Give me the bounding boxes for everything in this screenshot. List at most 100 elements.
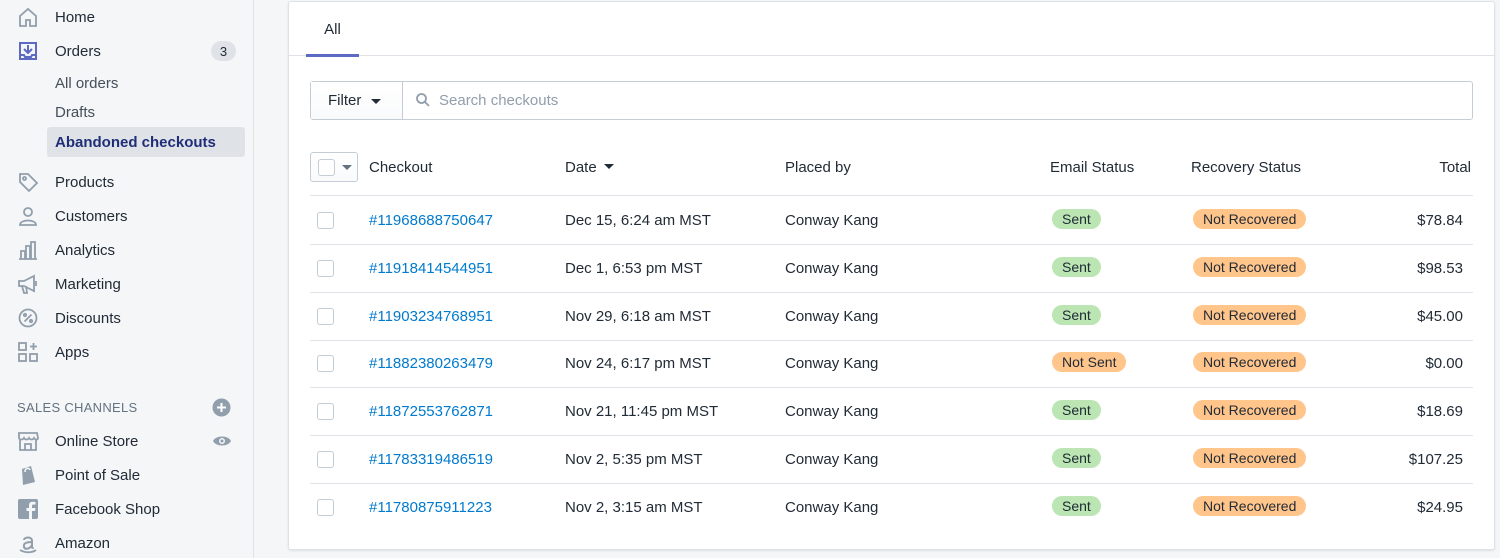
placed-by: Conway Kang — [785, 403, 879, 421]
checkout-total: $18.69 — [1417, 403, 1463, 421]
checkout-total: $24.95 — [1417, 498, 1463, 516]
sidebar-item-home[interactable]: Home — [0, 2, 254, 32]
email-status-badge: Sent — [1052, 304, 1101, 325]
sidebar-item-label: Products — [55, 173, 115, 191]
checkout-link[interactable]: #11882380263479 — [369, 355, 493, 372]
table-row[interactable]: #11882380263479 Nov 24, 6:17 pm MST Conway… — [310, 340, 1473, 389]
discount-icon — [16, 306, 40, 330]
sidebar-item-label: Marketing — [55, 275, 121, 293]
checkout-date: Dec 1, 6:53 pm MST — [565, 259, 703, 277]
checkout-link[interactable]: #11783319486519 — [369, 451, 493, 468]
sidebar-item-label: Point of Sale — [55, 466, 141, 484]
email-status-badge: Not Sent — [1052, 352, 1127, 373]
checkout-date: Nov 2, 5:35 pm MST — [565, 451, 703, 468]
sort-descending-icon — [603, 163, 614, 169]
sales-channels-heading: SALES CHANNELS — [17, 400, 138, 415]
sidebar-item-label: Home — [55, 8, 96, 26]
sidebar-item-facebook-shop[interactable]: Facebook Shop — [0, 494, 254, 524]
email-status-badge: Sent — [1052, 448, 1101, 468]
sidebar-item-analytics[interactable]: Analytics — [0, 235, 254, 265]
sidebar-item-label: Facebook Shop — [55, 500, 161, 518]
column-header-total[interactable]: Total — [1439, 159, 1471, 176]
checkout-date: Dec 15, 6:24 am MST — [565, 212, 711, 229]
column-header-recovery-status[interactable]: Recovery Status — [1191, 159, 1301, 176]
row-checkbox[interactable] — [317, 212, 334, 229]
store-icon — [16, 429, 40, 453]
recovery-status-badge: Not Recovered — [1193, 256, 1307, 277]
abandoned-checkouts-card: All Filter Checkout Date Placed by Email… — [288, 1, 1495, 550]
sidebar-item-customers[interactable]: Customers — [0, 201, 254, 231]
home-icon — [16, 5, 40, 29]
row-checkbox[interactable] — [317, 355, 334, 373]
sidebar-item-amazon[interactable]: Amazon — [0, 528, 254, 558]
sidebar-subitem-abandoned-checkouts[interactable]: Abandoned checkouts — [47, 127, 245, 157]
recovery-status-badge: Not Recovered — [1193, 448, 1307, 468]
column-header-placed-by[interactable]: Placed by — [785, 159, 851, 176]
email-status-badge: Sent — [1052, 400, 1101, 421]
sidebar-item-products[interactable]: Products — [0, 167, 254, 197]
recovery-status-badge: Not Recovered — [1193, 352, 1307, 373]
checkout-link[interactable]: #11780875911223 — [369, 499, 492, 516]
checkout-total: $98.53 — [1417, 259, 1463, 277]
facebook-icon — [16, 497, 40, 521]
row-checkbox[interactable] — [317, 259, 334, 277]
sidebar-item-label: Apps — [55, 343, 90, 361]
email-status-badge: Sent — [1052, 256, 1101, 277]
row-checkbox[interactable] — [317, 451, 334, 468]
sidebar-item-orders[interactable]: Orders 3 — [0, 36, 254, 66]
sidebar-item-marketing[interactable]: Marketing — [0, 269, 254, 299]
table-row[interactable]: #11918414544951 Dec 1, 6:53 pm MST Conway … — [310, 245, 1473, 293]
eye-icon[interactable] — [212, 431, 232, 451]
person-icon — [16, 204, 40, 228]
column-header-checkout[interactable]: Checkout — [369, 159, 432, 176]
filter-bar: Filter — [310, 81, 1473, 120]
amazon-icon — [16, 531, 40, 555]
checkout-date: Nov 2, 3:15 am MST — [565, 498, 703, 516]
sidebar-item-online-store[interactable]: Online Store — [0, 426, 254, 456]
column-header-date[interactable]: Date — [565, 159, 614, 176]
checkout-link[interactable]: #11968688750647 — [369, 212, 493, 229]
email-status-badge: Sent — [1052, 495, 1101, 516]
placed-by: Conway Kang — [785, 259, 879, 277]
table-row[interactable]: #11780875911223 Nov 2, 3:15 am MST Conway … — [310, 484, 1473, 532]
table-row[interactable]: #11872553762871 Nov 21, 11:45 pm MST Conwa… — [310, 388, 1473, 437]
column-header-email-status[interactable]: Email Status — [1050, 159, 1134, 176]
recovery-status-badge: Not Recovered — [1193, 304, 1307, 325]
filter-button[interactable]: Filter — [311, 82, 403, 119]
sidebar-subitem-all-orders[interactable]: All orders — [47, 68, 245, 98]
placed-by: Conway Kang — [785, 498, 879, 516]
search-input[interactable] — [439, 86, 1459, 115]
row-checkbox[interactable] — [317, 307, 334, 325]
sidebar-item-apps[interactable]: Apps — [0, 337, 254, 367]
table-row[interactable]: #11783319486519 Nov 2, 5:35 pm MST Conway … — [310, 436, 1473, 484]
checkout-date: Nov 21, 11:45 pm MST — [565, 403, 719, 421]
tab-all[interactable]: All — [306, 2, 359, 57]
row-checkbox[interactable] — [317, 403, 334, 421]
apps-icon — [16, 340, 40, 364]
add-sales-channel-icon[interactable] — [212, 398, 231, 417]
placed-by: Conway Kang — [785, 451, 879, 468]
bulk-select-button[interactable] — [310, 152, 358, 182]
checkout-link[interactable]: #11872553762871 — [369, 403, 493, 420]
sidebar-item-point-of-sale[interactable]: Point of Sale — [0, 460, 254, 490]
sidebar-subitem-drafts[interactable]: Drafts — [47, 97, 245, 127]
sidebar-item-label: Amazon — [55, 534, 111, 552]
table-row[interactable]: #11903234768951 Nov 29, 6:18 am MST Conway… — [310, 293, 1473, 341]
checkout-link[interactable]: #11903234768951 — [369, 308, 493, 325]
search-icon — [415, 92, 431, 108]
select-all-checkbox[interactable] — [318, 159, 335, 176]
checkout-total: $78.84 — [1417, 212, 1463, 229]
checkout-total: $0.00 — [1425, 355, 1463, 373]
sidebar-item-discounts[interactable]: Discounts — [0, 303, 254, 333]
row-checkbox[interactable] — [317, 498, 334, 516]
sidebar-item-label: Online Store — [55, 432, 139, 450]
tab-selected-indicator — [306, 54, 359, 57]
table-row[interactable]: #11968688750647 Dec 15, 6:24 am MST Conway… — [310, 197, 1473, 245]
checkout-link[interactable]: #11918414544951 — [369, 260, 493, 277]
shopping-bag-icon — [16, 463, 40, 487]
recovery-status-badge: Not Recovered — [1193, 495, 1307, 516]
caret-down-icon — [342, 165, 352, 170]
sidebar-item-label: Orders — [55, 42, 101, 60]
checkout-date: Nov 29, 6:18 am MST — [565, 307, 711, 325]
checkout-total: $45.00 — [1417, 307, 1463, 325]
